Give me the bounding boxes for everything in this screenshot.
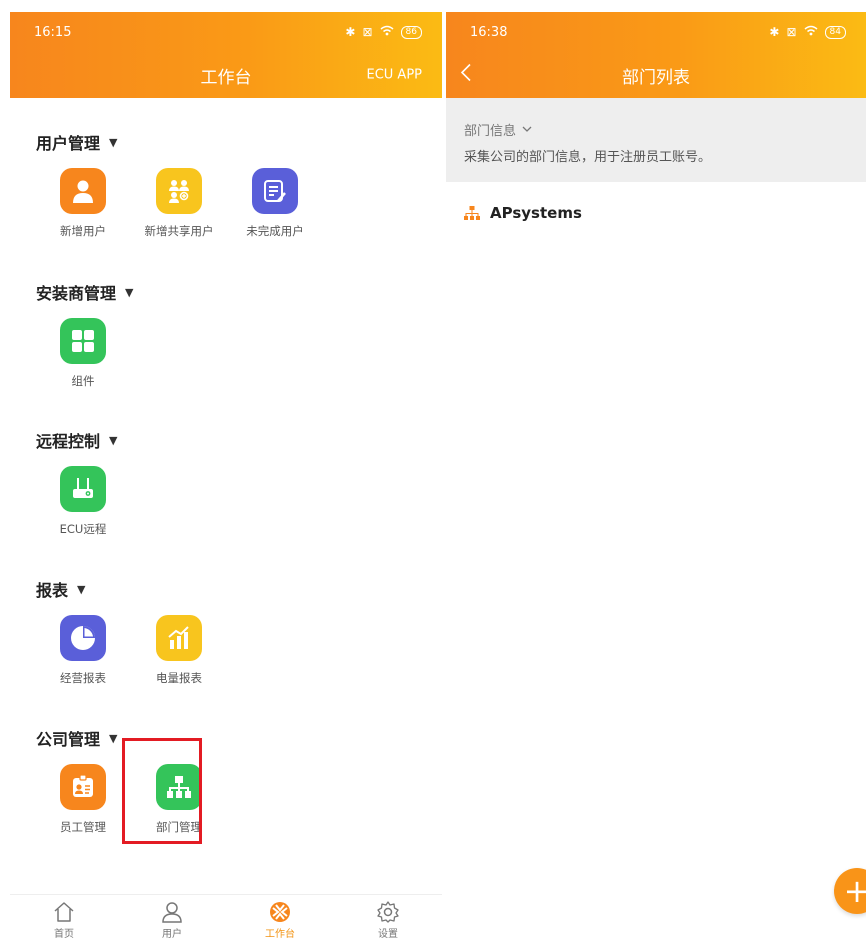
id-badge-icon	[60, 764, 106, 810]
nav-home[interactable]: 首页	[10, 895, 118, 944]
user-icon	[162, 901, 182, 923]
status-bar: 16:38 ✱ ⊠ 84	[446, 12, 866, 52]
bluetooth-icon: ✱	[769, 25, 780, 39]
section-title: 用户管理	[36, 134, 101, 153]
caret-down-icon: ▼	[109, 135, 118, 149]
department-item[interactable]: APsystems	[446, 182, 866, 244]
edit-list-icon	[252, 168, 298, 214]
status-time: 16:38	[470, 24, 508, 40]
tile-label: 组件	[71, 374, 95, 388]
nav-settings[interactable]: 设置	[334, 895, 442, 944]
highlight-box	[122, 738, 202, 844]
tile-label: 经营报表	[60, 671, 106, 685]
tile-row: 组件	[36, 318, 133, 389]
tile[interactable]: 电量报表	[130, 615, 228, 686]
nav-workbench[interactable]: 工作台	[226, 895, 334, 944]
bluetooth-icon: ✱	[345, 25, 356, 39]
tile[interactable]: 员工管理	[34, 764, 132, 835]
app-header: 16:38 ✱ ⊠ 84 部门列表	[446, 12, 866, 98]
workbench-screen: 16:15 ✱ ⊠ 86 工作台 ECU APP 用户管理 ▼ 新增用户 新增共享用户…	[10, 12, 442, 944]
back-button[interactable]	[460, 63, 472, 88]
bottom-nav: 首页 用户 工作台 设置	[10, 894, 442, 944]
bar-chart-icon	[156, 615, 202, 661]
settings-icon	[377, 900, 399, 923]
nav-user-label: 用户	[162, 928, 182, 940]
home-icon	[54, 901, 74, 922]
tile-label: 新增共享用户	[144, 224, 214, 238]
shared-users-icon	[156, 168, 202, 214]
person-icon	[60, 168, 106, 214]
tile-label: ECU远程	[59, 522, 107, 536]
tile-row: 新增用户 新增共享用户 未完成用户	[36, 168, 324, 239]
section-header[interactable]: 远程控制 ▼	[36, 428, 132, 452]
caret-down-icon: ▼	[125, 285, 134, 299]
workbench-icon	[270, 901, 290, 922]
section: 用户管理 ▼ 新增用户 新增共享用户 未完成用户	[10, 130, 324, 239]
info-description: 采集公司的部门信息，用于注册员工账号。	[464, 150, 712, 165]
status-bar: 16:15 ✱ ⊠ 86	[10, 12, 442, 52]
department-list-screen: 16:38 ✱ ⊠ 84 部门列表 部门信息 采集公司的部门信息，用于注册员工账…	[446, 12, 866, 944]
nav-user[interactable]: 用户	[118, 895, 226, 944]
department-name: APsystems	[490, 204, 582, 222]
sim-icon: ⊠	[786, 25, 797, 39]
wifi-icon	[380, 25, 394, 39]
battery-indicator: 84	[824, 25, 846, 39]
info-title: 部门信息	[464, 124, 517, 139]
tile-label: 电量报表	[156, 671, 202, 685]
section: 安装商管理 ▼ 组件	[10, 280, 133, 389]
tile-label: 新增用户	[60, 224, 106, 238]
tile[interactable]: 未完成用户	[226, 168, 324, 239]
pie-chart-icon	[60, 615, 106, 661]
section-header[interactable]: 用户管理 ▼	[36, 130, 324, 154]
caret-down-icon: ▼	[109, 433, 118, 447]
section: 报表 ▼ 经营报表 电量报表	[10, 577, 228, 686]
department-info-toggle[interactable]: 部门信息	[464, 120, 848, 139]
section: 远程控制 ▼ ECU远程	[10, 428, 132, 537]
page-title: 部门列表	[622, 67, 690, 88]
tile-label: 员工管理	[60, 820, 106, 834]
section-title: 远程控制	[36, 432, 101, 451]
nav-settings-label: 设置	[378, 928, 398, 940]
sim-icon: ⊠	[362, 25, 373, 39]
department-info-panel: 部门信息 采集公司的部门信息，用于注册员工账号。	[446, 98, 866, 182]
page-title: 工作台	[200, 67, 252, 88]
tile-row: ECU远程	[36, 466, 132, 537]
status-time: 16:15	[34, 24, 72, 40]
ecu-app-link[interactable]: ECU APP	[366, 68, 422, 83]
caret-down-icon: ▼	[77, 582, 86, 596]
back-arrow-icon	[460, 63, 471, 82]
nav-workbench-label: 工作台	[265, 928, 295, 940]
caret-down-icon: ▼	[109, 731, 118, 745]
tile[interactable]: 经营报表	[34, 615, 132, 686]
router-settings-icon	[60, 466, 106, 512]
tile-row: 经营报表 电量报表	[36, 615, 228, 686]
wifi-icon	[804, 25, 818, 39]
nav-home-label: 首页	[54, 928, 74, 940]
section-title: 安装商管理	[36, 284, 117, 303]
tile[interactable]: 新增共享用户	[130, 168, 228, 239]
section-title: 报表	[36, 581, 69, 600]
tile[interactable]: ECU远程	[34, 466, 132, 537]
section-title: 公司管理	[36, 730, 101, 749]
chevron-down-icon	[522, 126, 532, 132]
battery-indicator: 86	[400, 25, 422, 39]
tile[interactable]: 新增用户	[34, 168, 132, 239]
grid-icon	[60, 318, 106, 364]
tile[interactable]: 组件	[34, 318, 132, 389]
tile-label: 未完成用户	[246, 224, 304, 238]
app-header: 16:15 ✱ ⊠ 86 工作台 ECU APP	[10, 12, 442, 98]
section-header[interactable]: 报表 ▼	[36, 577, 228, 601]
add-department-button[interactable]: +	[834, 868, 866, 914]
org-chart-icon	[464, 205, 480, 220]
section-header[interactable]: 安装商管理 ▼	[36, 280, 133, 304]
